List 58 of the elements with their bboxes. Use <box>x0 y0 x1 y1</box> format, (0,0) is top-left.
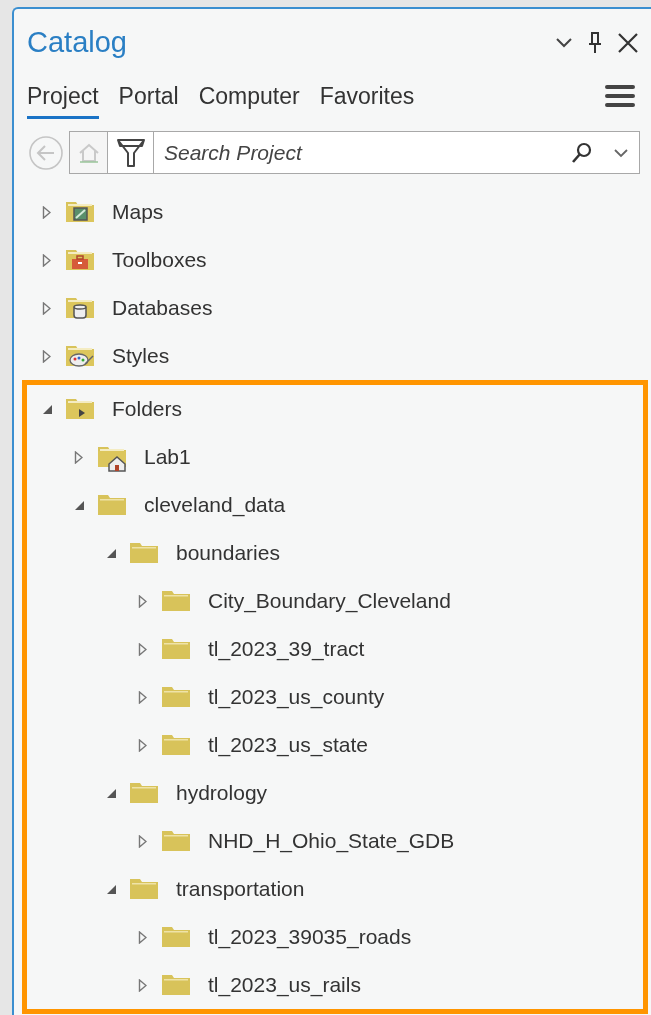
tree-item-label[interactable]: tl_2023_us_state <box>208 729 368 761</box>
expand-triangle-icon[interactable] <box>138 930 147 944</box>
folder-icon <box>162 975 190 995</box>
chevron-down-icon[interactable] <box>613 147 629 158</box>
chevron-down-icon[interactable] <box>555 36 573 49</box>
tab[interactable]: Project <box>27 78 99 119</box>
expand-triangle-icon[interactable] <box>138 738 147 752</box>
collapse-triangle-icon[interactable] <box>106 787 117 799</box>
expand-triangle-icon[interactable] <box>138 594 147 608</box>
collapse-triangle-icon[interactable] <box>106 883 117 895</box>
folder-icon <box>162 927 190 947</box>
tree-item-label[interactable]: Databases <box>112 292 213 324</box>
expand-triangle-icon[interactable] <box>138 690 147 704</box>
folder-icon <box>162 639 190 659</box>
tree-item-label[interactable]: tl_2023_39_tract <box>208 633 365 665</box>
folder-icon <box>98 495 126 515</box>
expand-triangle-icon[interactable] <box>42 253 51 267</box>
folder-icon <box>162 831 190 851</box>
tab[interactable]: Computer <box>198 78 300 119</box>
folder-icon <box>162 735 190 755</box>
tree-item-label[interactable]: boundaries <box>176 537 280 569</box>
tab[interactable]: Portal <box>118 78 179 119</box>
folder-icon <box>130 543 158 563</box>
tree-item-label[interactable]: cleveland_data <box>144 489 286 521</box>
collapse-triangle-icon[interactable] <box>106 547 117 559</box>
tree-item-label[interactable]: Maps <box>112 196 164 228</box>
expand-triangle-icon[interactable] <box>42 349 51 363</box>
search-icon[interactable] <box>571 141 593 164</box>
tree-item-label[interactable]: Toolboxes <box>112 244 207 276</box>
tree-item-label[interactable]: City_Boundary_Cleveland <box>208 585 451 617</box>
expand-triangle-icon[interactable] <box>138 978 147 992</box>
tree-item-label[interactable]: tl_2023_us_county <box>208 681 385 713</box>
tree-item-label[interactable]: NHD_H_Ohio_State_GDB <box>208 825 455 857</box>
expand-triangle-icon[interactable] <box>42 205 51 219</box>
tab[interactable]: Favorites <box>319 78 415 119</box>
pin-icon[interactable] <box>587 30 603 55</box>
tree-item-label[interactable]: tl_2023_us_rails <box>208 969 361 1001</box>
tree-item-label[interactable]: Lab1 <box>144 441 191 473</box>
menu-icon[interactable] <box>605 82 635 109</box>
tree-item-label[interactable]: Folders <box>112 393 183 425</box>
close-icon[interactable] <box>617 31 639 54</box>
folder-icon <box>162 591 190 611</box>
expand-triangle-icon[interactable] <box>74 450 83 464</box>
folder-icon <box>162 687 190 707</box>
folder-icon <box>130 783 158 803</box>
expand-triangle-icon[interactable] <box>42 301 51 315</box>
tree-item-label[interactable]: hydrology <box>176 777 268 809</box>
search-input[interactable]: Search Project <box>154 136 571 169</box>
tree-item-label[interactable]: transportation <box>176 873 305 905</box>
expand-triangle-icon[interactable] <box>138 642 147 656</box>
collapse-triangle-icon[interactable] <box>42 403 53 415</box>
tree-item-label[interactable]: Styles <box>112 340 170 372</box>
expand-triangle-icon[interactable] <box>138 834 147 848</box>
collapse-triangle-icon[interactable] <box>74 499 85 511</box>
panel-title: Catalog <box>27 25 127 60</box>
folder-icon <box>130 879 158 899</box>
tree-item-label[interactable]: tl_2023_39035_roads <box>208 921 412 953</box>
filter-icon <box>115 136 146 169</box>
